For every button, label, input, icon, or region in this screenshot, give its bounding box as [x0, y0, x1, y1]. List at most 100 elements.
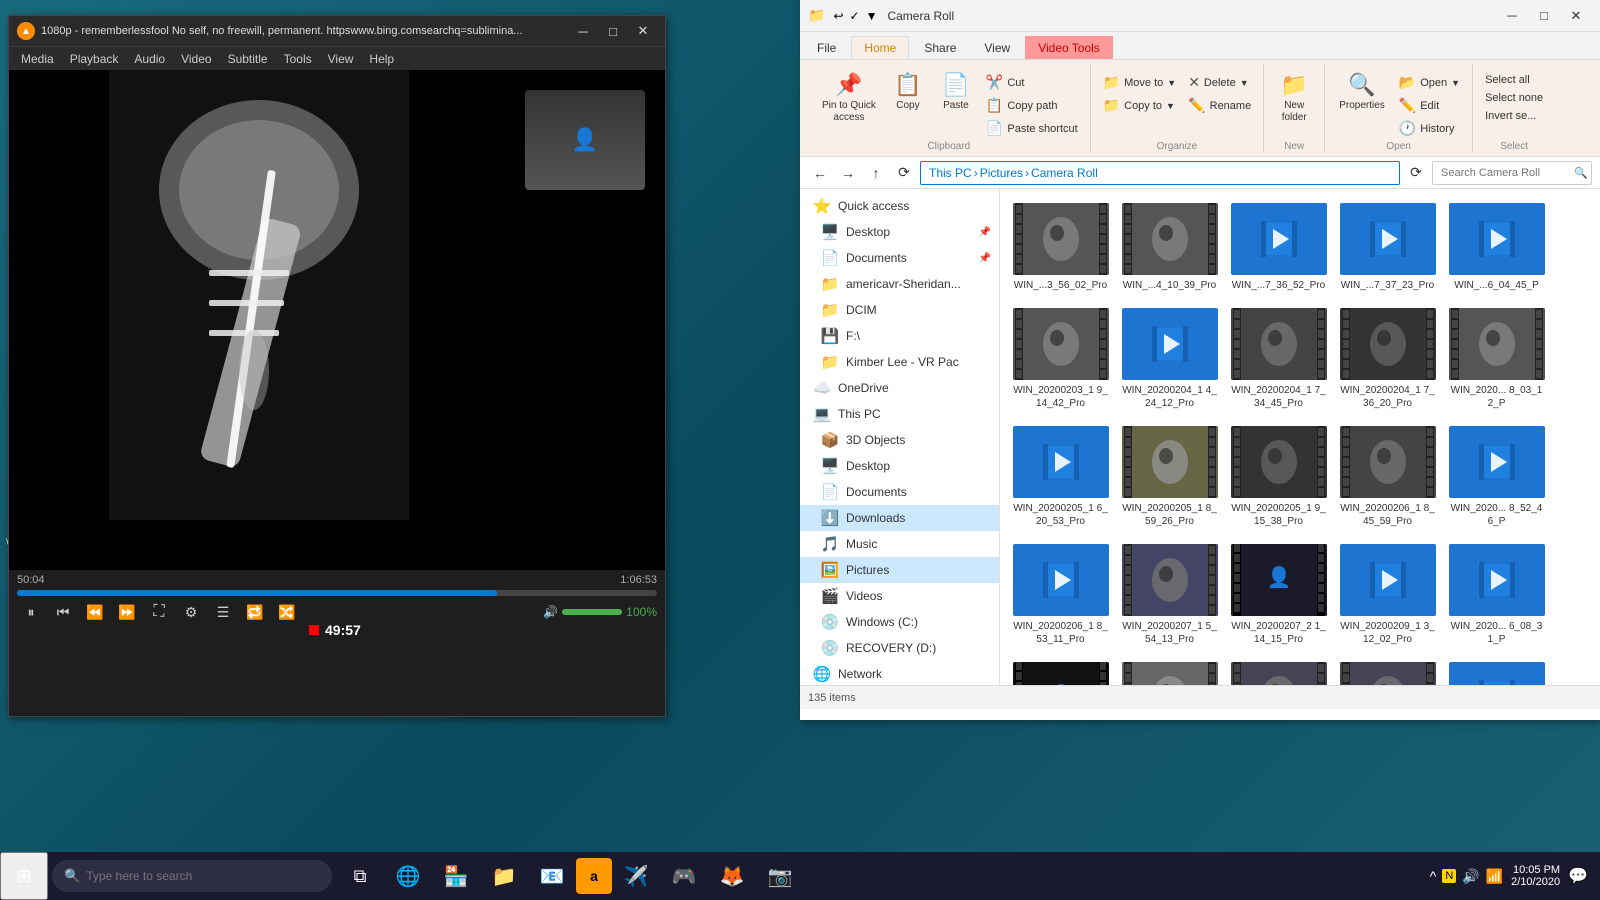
vlc-menu-subtitle[interactable]: Subtitle: [220, 47, 276, 71]
sidebar-item-network[interactable]: 🌐 Network: [800, 661, 999, 685]
sidebar-item-3dobjects[interactable]: 📦 3D Objects: [800, 427, 999, 453]
tripadvisor-button[interactable]: ✈️: [612, 852, 660, 900]
sidebar-item-windowsc[interactable]: 💿 Windows (C:): [800, 609, 999, 635]
amazon-button[interactable]: a: [576, 858, 612, 894]
ribbon-tab-file[interactable]: File: [804, 36, 849, 59]
game-button[interactable]: 🎮: [660, 852, 708, 900]
ribbon-pin-button[interactable]: 📌 Pin to Quick access: [816, 68, 882, 128]
file-item[interactable]: WIN_2020... 1_15_11_P: [1444, 656, 1549, 685]
file-item[interactable]: WIN_20200206_1 8_45_59_Pro: [1335, 420, 1440, 534]
nav-up-button[interactable]: ↑: [864, 161, 888, 185]
taskbar-search-box[interactable]: 🔍: [52, 860, 332, 892]
file-item[interactable]: WIN_20200205_1 8_59_26_Pro: [1117, 420, 1222, 534]
file-item[interactable]: WIN_...4_10_39_Pro: [1117, 197, 1222, 298]
nav-back-button[interactable]: ←: [808, 161, 832, 185]
ribbon-paste-shortcut-button[interactable]: 📄 Paste shortcut: [982, 118, 1082, 139]
vlc-close-button[interactable]: ✕: [629, 20, 657, 42]
nav-refresh-button[interactable]: ⟳: [892, 161, 916, 185]
notification-button[interactable]: 💬: [1568, 866, 1588, 886]
file-item[interactable]: 👤 WIN_20200209_1 8_12_42_Pro: [1008, 656, 1113, 685]
vlc-stop-button[interactable]: ⏸: [17, 600, 45, 624]
vlc-video-area[interactable]: 👤: [9, 70, 665, 570]
file-item[interactable]: WIN_20200210_1 5_20_53_Pro: [1117, 656, 1222, 685]
file-item[interactable]: WIN_2020... 8_52_46_P: [1444, 420, 1549, 534]
taskbar-search-input[interactable]: [86, 869, 320, 883]
vlc-frame-back-button[interactable]: ⏪: [81, 600, 109, 624]
sidebar-item-music[interactable]: 🎵 Music: [800, 531, 999, 557]
vlc-fullscreen-button[interactable]: ⛶: [145, 600, 173, 624]
taskbar-clock[interactable]: 10:05 PM 2/10/2020: [1511, 864, 1560, 888]
vlc-menu-tools[interactable]: Tools: [276, 47, 320, 71]
vlc-menu-audio[interactable]: Audio: [126, 47, 173, 71]
file-item[interactable]: WIN_2020... 6_08_31_P: [1444, 538, 1549, 652]
sidebar-item-downloads[interactable]: ⬇️ Downloads: [800, 505, 999, 531]
file-item[interactable]: WIN_...3_56_02_Pro: [1008, 197, 1113, 298]
ribbon-select-all-button[interactable]: Select all: [1481, 72, 1547, 88]
file-item[interactable]: WIN_20200203_1 9_14_42_Pro: [1008, 302, 1113, 416]
qat-down-button[interactable]: ▼: [864, 7, 880, 25]
file-item[interactable]: WIN_20200206_1 8_53_11_Pro: [1008, 538, 1113, 652]
tray-network[interactable]: 📶: [1486, 868, 1503, 885]
qat-forward-button[interactable]: ✓: [848, 7, 862, 25]
vlc-volume-bar[interactable]: [562, 609, 622, 615]
sidebar-item-desktop[interactable]: 🖥️ Desktop 📌: [800, 219, 999, 245]
vlc-progress-bar[interactable]: [17, 590, 657, 596]
vlc-frame-fwd-button[interactable]: ⏩: [113, 600, 141, 624]
ribbon-open-button[interactable]: 📂 Open ▼: [1395, 72, 1464, 93]
ribbon-copy-to-button[interactable]: 📁 Copy to ▼: [1099, 95, 1181, 116]
ribbon-delete-button[interactable]: ✕ Delete ▼: [1184, 72, 1255, 93]
ribbon-invert-sel-button[interactable]: Invert se...: [1481, 108, 1547, 124]
explorer-close-button[interactable]: ✕: [1560, 0, 1592, 32]
firefox-taskbar-button[interactable]: 🦊: [708, 852, 756, 900]
sidebar-item-kimberlee[interactable]: 📁 Kimber Lee - VR Pac: [800, 349, 999, 375]
address-path[interactable]: This PC › Pictures › Camera Roll: [920, 161, 1400, 185]
sidebar-item-desktop2[interactable]: 🖥️ Desktop: [800, 453, 999, 479]
ribbon-copy-button[interactable]: 📋 Copy: [886, 68, 930, 116]
file-item[interactable]: WIN_20200204_1 7_36_20_Pro: [1335, 302, 1440, 416]
vlc-maximize-button[interactable]: □: [599, 20, 627, 42]
vlc-menu-view[interactable]: View: [320, 47, 362, 71]
path-cameraroll[interactable]: Camera Roll: [1031, 166, 1098, 180]
vlc-menu-playback[interactable]: Playback: [62, 47, 127, 71]
vlc-menu-video[interactable]: Video: [173, 47, 219, 71]
vlc-minimize-button[interactable]: ─: [569, 20, 597, 42]
taskview-button[interactable]: ⧉: [336, 852, 384, 900]
sidebar-item-recoveryd[interactable]: 💿 RECOVERY (D:): [800, 635, 999, 661]
file-item[interactable]: WIN_20200210_1 8_21_18_Pro: [1226, 656, 1331, 685]
addr-refresh-button[interactable]: ⟳: [1404, 161, 1428, 185]
vlc-prev-button[interactable]: ⏮: [49, 600, 77, 624]
ribbon-copy-path-button[interactable]: 📋 Copy path: [982, 95, 1082, 116]
vlc-random-button[interactable]: 🔀: [273, 600, 301, 624]
mail-button[interactable]: 📧: [528, 852, 576, 900]
file-item[interactable]: WIN_20200207_1 5_54_13_Pro: [1117, 538, 1222, 652]
file-item[interactable]: WIN_2020... 8_03_12_P: [1444, 302, 1549, 416]
ribbon-edit-button[interactable]: ✏️ Edit: [1395, 95, 1464, 116]
file-item[interactable]: WIN_20200205_1 6_20_53_Pro: [1008, 420, 1113, 534]
file-item[interactable]: WIN_20200204_1 7_34_45_Pro: [1226, 302, 1331, 416]
sidebar-item-onedrive[interactable]: ☁️ OneDrive: [800, 375, 999, 401]
ribbon-cut-button[interactable]: ✂️ Cut: [982, 72, 1082, 93]
explorer-taskbar-button[interactable]: 📁: [480, 852, 528, 900]
sidebar-item-videos[interactable]: 🎬 Videos: [800, 583, 999, 609]
vlc-loop-button[interactable]: 🔁: [241, 600, 269, 624]
path-thispc[interactable]: This PC: [929, 166, 972, 180]
start-button[interactable]: ⊞: [0, 852, 48, 900]
ribbon-select-none-button[interactable]: Select none: [1481, 90, 1547, 106]
ribbon-tab-share[interactable]: Share: [911, 36, 969, 59]
sidebar-item-dcim[interactable]: 📁 DCIM: [800, 297, 999, 323]
sidebar-item-thispc[interactable]: 💻 This PC: [800, 401, 999, 427]
sidebar-item-americavr[interactable]: 📁 americavr-Sheridan...: [800, 271, 999, 297]
ribbon-properties-button[interactable]: 🔍 Properties: [1333, 68, 1391, 116]
nav-forward-button[interactable]: →: [836, 161, 860, 185]
sidebar-item-documents[interactable]: 📄 Documents 📌: [800, 245, 999, 271]
file-item[interactable]: WIN_...7_37_23_Pro: [1335, 197, 1440, 298]
edge-button[interactable]: 🌐: [384, 852, 432, 900]
ribbon-tab-home[interactable]: Home: [851, 36, 909, 59]
camera-taskbar-button[interactable]: 📷: [756, 852, 804, 900]
file-item[interactable]: WIN_20200209_1 3_12_02_Pro: [1335, 538, 1440, 652]
path-pictures[interactable]: Pictures: [980, 166, 1023, 180]
sidebar-item-pictures[interactable]: 🖼️ Pictures: [800, 557, 999, 583]
file-item[interactable]: WIN_...6_04_45_P: [1444, 197, 1549, 298]
ribbon-paste-button[interactable]: 📄 Paste: [934, 68, 978, 116]
ribbon-history-button[interactable]: 🕐 History: [1395, 118, 1464, 139]
